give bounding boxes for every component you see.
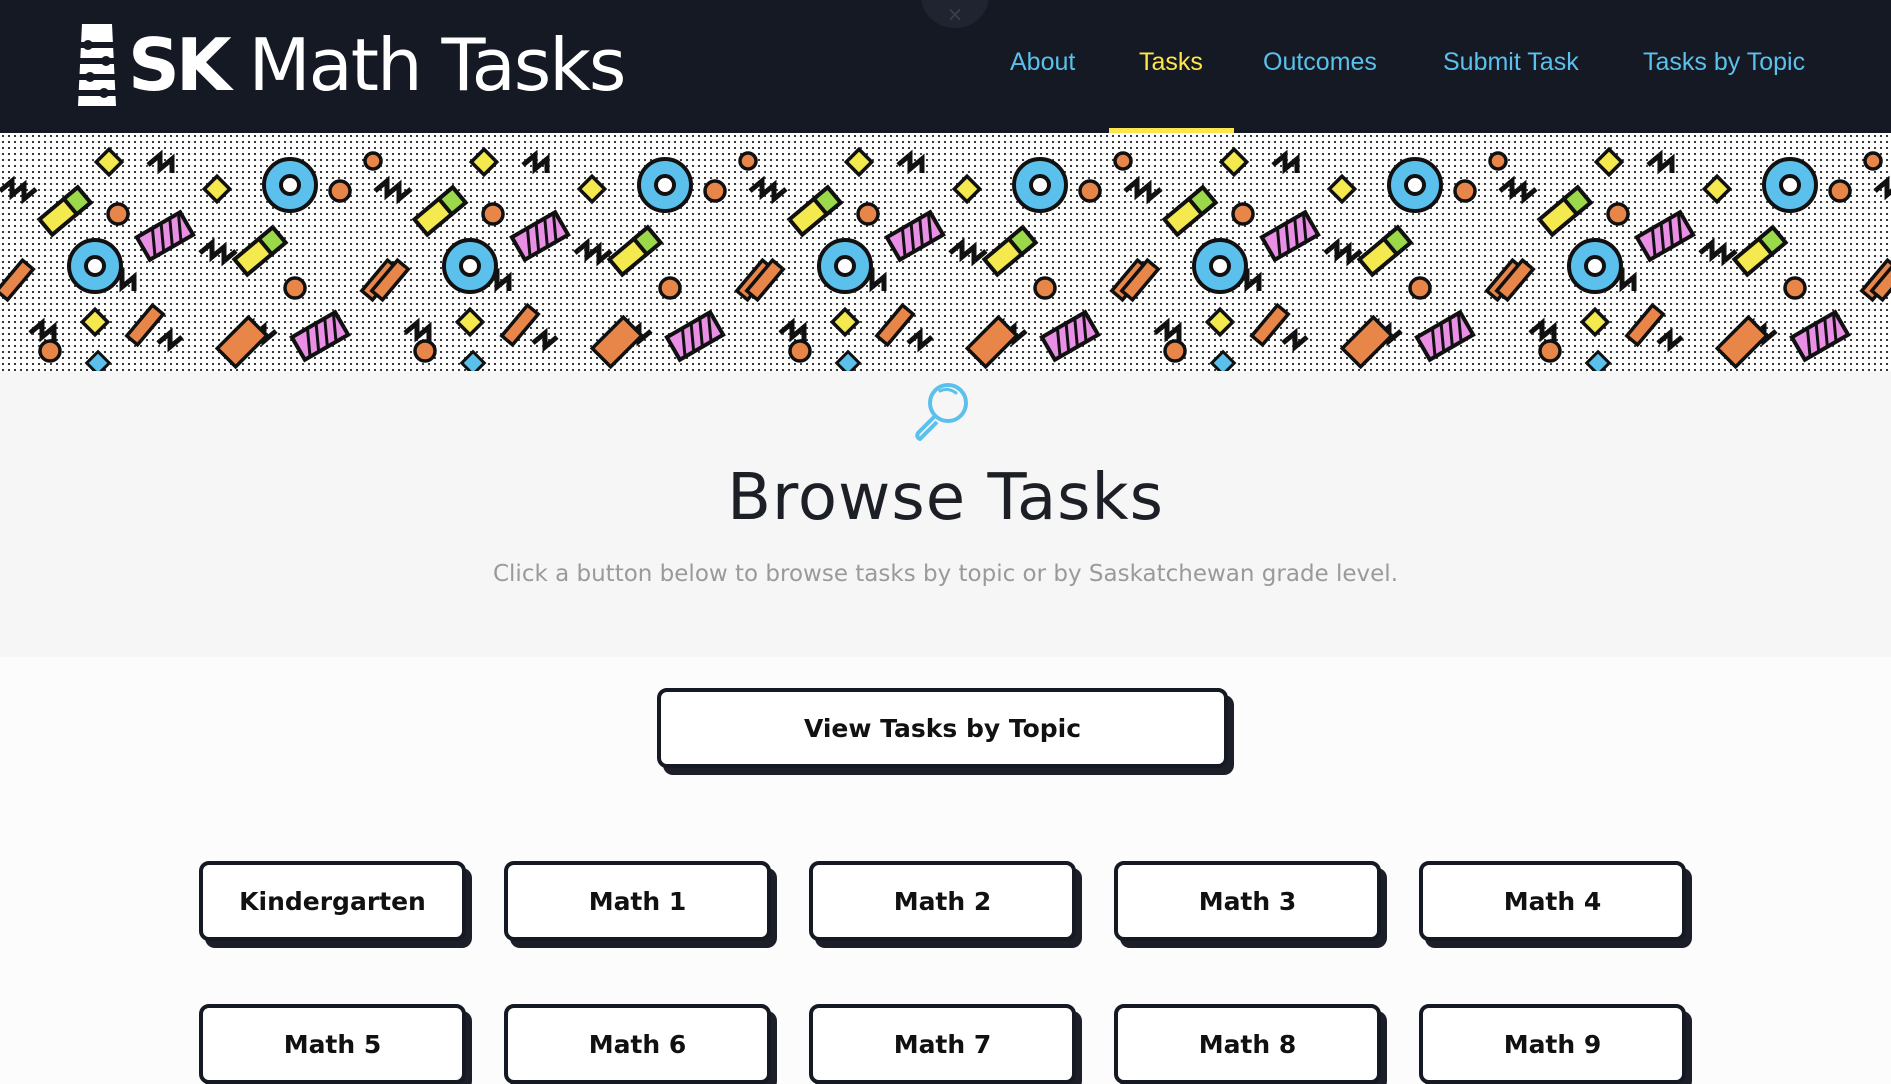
- grade-button-math-5[interactable]: Math 5: [199, 1004, 466, 1084]
- site-logo[interactable]: SK Math Tasks: [76, 23, 627, 107]
- grade-button-math-8[interactable]: Math 8: [1114, 1004, 1381, 1084]
- grade-button-kindergarten[interactable]: Kindergarten: [199, 861, 466, 941]
- grade-button-math-9[interactable]: Math 9: [1419, 1004, 1686, 1084]
- grade-button-math-1[interactable]: Math 1: [504, 861, 771, 941]
- pattern-banner: [0, 133, 1891, 371]
- nav-tasks-by-topic[interactable]: Tasks by Topic: [1643, 48, 1805, 77]
- grade-button-math-7[interactable]: Math 7: [809, 1004, 1076, 1084]
- browse-intro: Browse Tasks Click a button below to bro…: [0, 371, 1891, 657]
- close-icon: ×: [946, 2, 964, 26]
- page-title: Browse Tasks: [727, 461, 1164, 535]
- site-title: SK Math Tasks: [128, 23, 627, 107]
- grade-button-math-6[interactable]: Math 6: [504, 1004, 771, 1084]
- nav-outcomes[interactable]: Outcomes: [1263, 48, 1377, 77]
- grade-button-math-4[interactable]: Math 4: [1419, 861, 1686, 941]
- page-subtitle: Click a button below to browse tasks by …: [492, 561, 1399, 587]
- memphis-pattern-image: [0, 133, 1891, 371]
- site-header: × SK Math Tasks About Tasks Outcomes Sub…: [0, 0, 1891, 136]
- nav-submit-task[interactable]: Submit Task: [1443, 48, 1579, 77]
- grade-button-math-3[interactable]: Math 3: [1114, 861, 1381, 941]
- close-tab[interactable]: ×: [921, 0, 989, 28]
- grade-button-math-2[interactable]: Math 2: [809, 861, 1076, 941]
- site-title-rest: Math Tasks: [248, 23, 627, 107]
- nav-tasks[interactable]: Tasks: [1139, 48, 1203, 77]
- view-tasks-by-topic-button[interactable]: View Tasks by Topic: [657, 688, 1228, 768]
- site-title-bold: SK: [128, 23, 232, 107]
- magnifying-glass-icon: [915, 383, 968, 441]
- nav-about[interactable]: About: [1010, 48, 1075, 77]
- abacus-icon: [76, 24, 118, 106]
